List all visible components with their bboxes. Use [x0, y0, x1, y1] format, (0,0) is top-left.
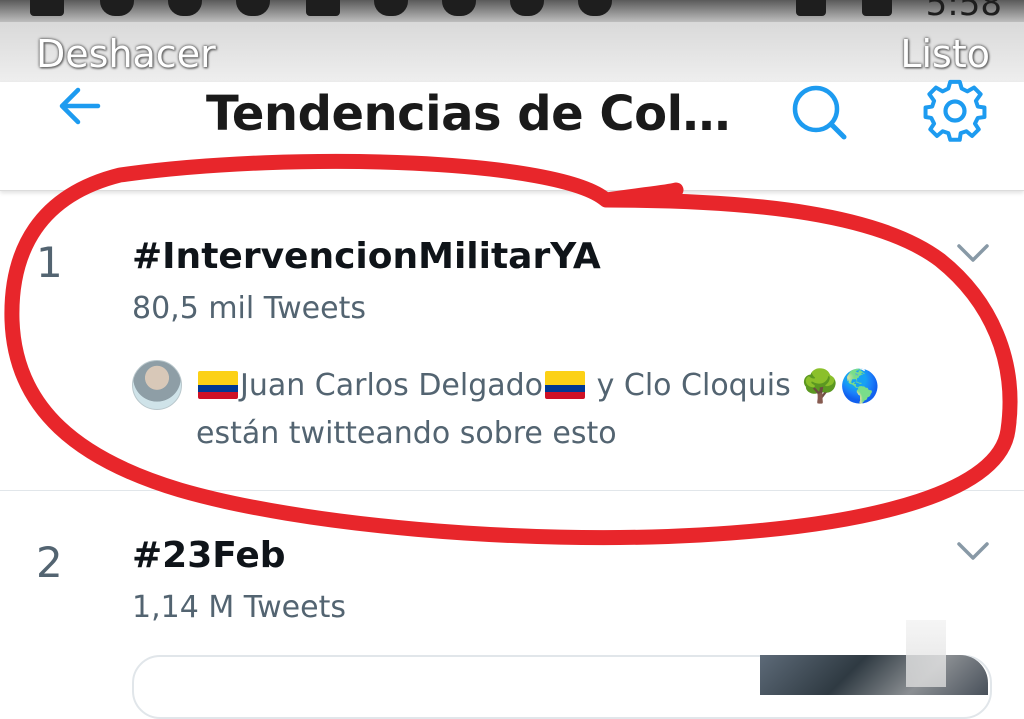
avatar[interactable]	[132, 360, 182, 410]
battery-icon	[862, 0, 892, 16]
scroll-overlay	[906, 620, 946, 687]
tree-icon: 🌳	[800, 367, 841, 405]
trend-rank: 2	[36, 538, 63, 587]
notification-icon	[306, 0, 340, 16]
colombia-flag-icon	[545, 371, 586, 399]
trend-tweet-count: 80,5 mil Tweets	[132, 291, 366, 326]
globe-icon: 🌎	[840, 367, 880, 405]
notification-icon	[236, 0, 270, 16]
trend-hashtag[interactable]: #IntervencionMilitarYA	[132, 236, 601, 277]
trend-tweet-count: 1,14 M Tweets	[132, 590, 346, 625]
search-icon[interactable]	[786, 79, 852, 145]
status-bar: 5:58	[0, 0, 1024, 24]
context-suffix: están twitteando sobre esto	[196, 416, 617, 451]
arrow-left-icon[interactable]	[52, 78, 108, 134]
screenshot-editor-bar: Deshacer Listo	[0, 22, 1024, 90]
notification-icon	[30, 0, 64, 16]
chrome-icon	[578, 0, 612, 16]
context-user[interactable]: Juan Carlos Delgado	[240, 368, 543, 403]
notification-icon	[168, 0, 202, 16]
undo-button[interactable]: Deshacer	[36, 32, 216, 76]
colombia-flag-icon	[198, 371, 238, 399]
done-button[interactable]: Listo	[900, 32, 990, 76]
context-connector: y Clo Cloquis	[587, 368, 801, 403]
trend-hashtag[interactable]: #23Feb	[132, 535, 286, 576]
news-card-image[interactable]	[760, 655, 988, 695]
notification-icon	[442, 0, 476, 16]
signal-icon	[796, 0, 826, 16]
chevron-down-icon[interactable]	[956, 540, 990, 562]
clock: 5:58	[925, 0, 1002, 24]
trend-rank: 1	[36, 238, 63, 287]
chevron-down-icon[interactable]	[956, 242, 990, 264]
gear-icon[interactable]	[920, 76, 990, 146]
page-title: Tendencias de Col…	[206, 86, 731, 142]
chrome-icon	[374, 0, 408, 16]
trend-context: Juan Carlos Delgado y Clo Cloquis 🌳🌎 est…	[196, 362, 976, 458]
chrome-icon	[100, 0, 134, 16]
divider	[0, 490, 1024, 491]
chrome-icon	[510, 0, 544, 16]
